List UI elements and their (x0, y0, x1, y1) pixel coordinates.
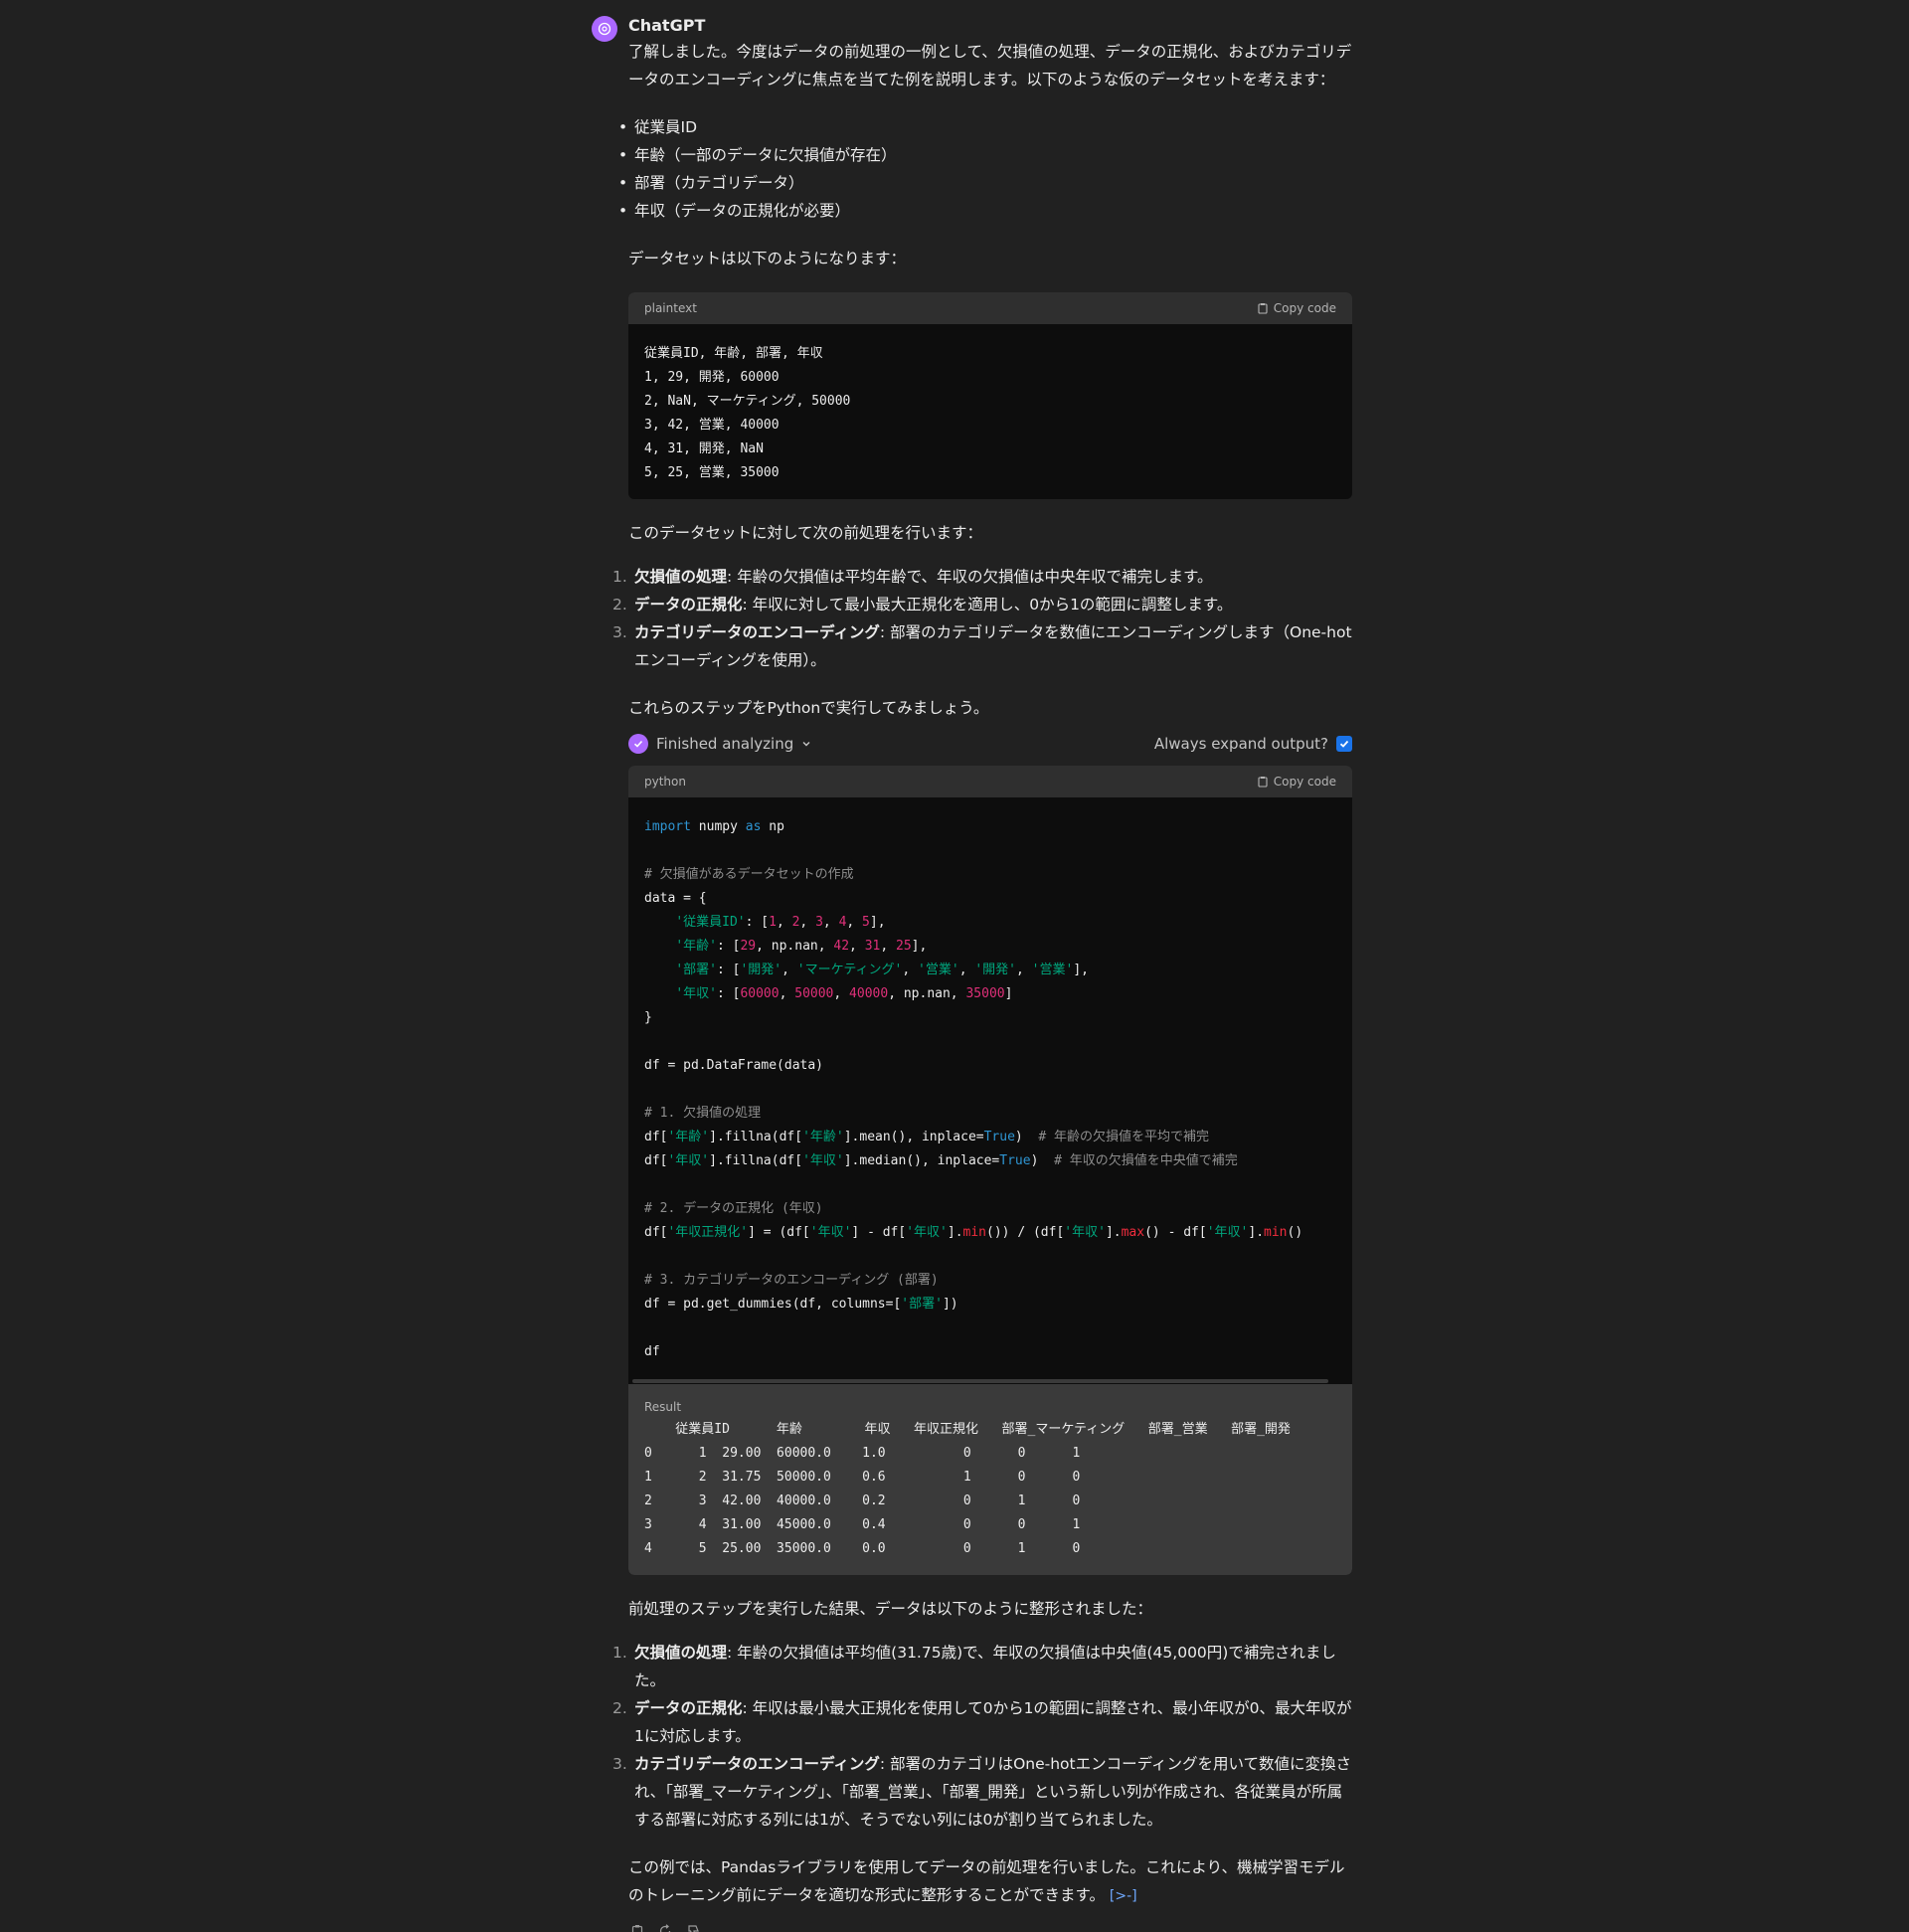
code-line: 1, 29, 開発, 60000 (644, 370, 780, 385)
list-item: 2. データの正規化: 年収は最小最大正規化を使用して0から1の範囲に調整され、最… (612, 1699, 1352, 1745)
code-language: plaintext (644, 301, 697, 315)
thumbs-down-button[interactable] (684, 1922, 702, 1932)
analysis-status: Finished analyzing (656, 735, 794, 753)
avatar (592, 16, 617, 42)
table-row: 1 2 31.75 50000.0 0.6 1 0 0 (644, 1470, 1081, 1485)
list-item: 従業員ID (618, 113, 1352, 141)
list-item: 2. データの正規化: 年収に対して最小最大正規化を適用し、0から1の範囲に調整し… (612, 596, 1233, 614)
field-list: 従業員ID 年齢（一部のデータに欠損値が存在） 部署（カテゴリデータ） 年収（デ… (618, 113, 1352, 225)
copy-code-button[interactable]: Copy code (1257, 301, 1336, 315)
clipboard-icon (1258, 777, 1268, 788)
analysis-toggle[interactable]: Finished analyzing (628, 734, 811, 754)
table-row: 0 1 29.00 60000.0 1.0 0 0 1 (644, 1446, 1081, 1461)
conclusion-text: この例では、Pandasライブラリを使用してデータの前処理を行いました。これによ… (628, 1858, 1345, 1904)
code-line: 従業員ID, 年齢, 部署, 年収 (644, 346, 823, 361)
clipboard-icon (1258, 303, 1268, 314)
chatgpt-logo-icon (598, 22, 611, 36)
python-code[interactable]: import numpy as np # 欠損値があるデータセットの作成 dat… (628, 797, 1352, 1378)
list-item: 部署（カテゴリデータ） (618, 169, 1352, 197)
clipboard-icon (631, 1925, 643, 1932)
plaintext-code[interactable]: 従業員ID, 年齢, 部署, 年収 1, 29, 開発, 60000 2, NaN,… (628, 324, 1352, 499)
copy-message-button[interactable] (628, 1922, 646, 1932)
check-icon (628, 734, 648, 754)
result-block: Result 従業員ID 年齢 年収 年収正規化 部署_マーケティング 部署_営… (628, 1384, 1352, 1575)
result-label: Result (644, 1400, 682, 1414)
copy-code-label: Copy code (1273, 775, 1336, 789)
always-expand-checkbox[interactable] (1336, 736, 1352, 752)
python-code-block: python Copy code import numpy as np # 欠損… (628, 766, 1352, 1575)
copy-code-button[interactable]: Copy code (1257, 775, 1336, 789)
steps-intro: このデータセットに対して次の前処理を行います： (628, 524, 983, 542)
list-item: 1. 欠損値の処理: 年齢の欠損値は平均値(31.75歳)で、年収の欠損値は中央値… (612, 1644, 1336, 1689)
list-item: 3. カテゴリデータのエンコーディング: 部署のカテゴリはOne-hotエンコーデ… (612, 1755, 1352, 1829)
always-expand-label: Always expand output? (1153, 735, 1328, 753)
always-expand-control[interactable]: Always expand output? (1154, 735, 1352, 753)
code-scrollbar[interactable] (628, 1378, 1352, 1384)
intro-text: 了解しました。今度はデータの前処理の一例として、欠損値の処理、データの正規化、お… (628, 43, 1352, 88)
table-row: 3 4 31.00 45000.0 0.4 0 0 1 (644, 1517, 1081, 1532)
python-intro: これらのステップをPythonで実行してみましょう。 (628, 699, 989, 717)
scrollbar-thumb[interactable] (632, 1379, 1328, 1383)
checkmark-icon (1339, 740, 1349, 748)
table-row: 4 5 25.00 35000.0 0.0 0 1 0 (644, 1541, 1081, 1556)
list-item: 年齢（一部のデータに欠損値が存在） (618, 141, 1352, 169)
steps-list: 1. 欠損値の処理: 年齢の欠損値は平均年齢で、年収の欠損値は中央年収で補完します… (612, 563, 1352, 674)
analysis-status-bar: Finished analyzing Always expand output? (628, 730, 1352, 758)
code-line: 5, 25, 営業, 35000 (644, 465, 780, 480)
regenerate-button[interactable] (656, 1922, 674, 1932)
copy-code-label: Copy code (1273, 301, 1336, 315)
table-header: 従業員ID 年齢 年収 年収正規化 部署_マーケティング 部署_営業 部署_開発 (644, 1422, 1291, 1437)
code-header: plaintext Copy code (628, 292, 1352, 324)
assistant-message: ChatGPT 了解しました。今度はデータの前処理の一例として、欠損値の処理、デ… (612, 14, 1352, 1932)
summary-intro: 前処理のステップを実行した結果、データは以下のように整形されました： (628, 1600, 1153, 1618)
code-line: 4, 31, 開発, NaN (644, 441, 764, 456)
sender-name: ChatGPT (628, 16, 706, 35)
list-item: 3. カテゴリデータのエンコーディング: 部署のカテゴリデータを数値にエンコーディ… (612, 623, 1352, 669)
list-item: 年収（データの正規化が必要） (618, 197, 1352, 225)
code-language: python (644, 775, 686, 789)
code-line: 2, NaN, マーケティング, 50000 (644, 394, 851, 409)
code-line: 3, 42, 営業, 40000 (644, 418, 780, 433)
refresh-icon (659, 1924, 671, 1932)
message-actions (628, 1920, 1352, 1932)
plaintext-code-block: plaintext Copy code 従業員ID, 年齢, 部署, 年収 1, … (628, 292, 1352, 499)
dataset-intro: データセットは以下のようになります： (628, 250, 907, 267)
chevron-down-icon (802, 742, 810, 747)
result-table: 従業員ID 年齢 年収 年収正規化 部署_マーケティング 部署_営業 部署_開発… (644, 1418, 1336, 1561)
code-citation-link[interactable]: [>-] (1110, 1888, 1137, 1904)
summary-list: 1. 欠損値の処理: 年齢の欠損値は平均値(31.75歳)で、年収の欠損値は中央値… (612, 1639, 1352, 1834)
code-header: python Copy code (628, 766, 1352, 797)
thumbs-down-icon (688, 1925, 699, 1932)
list-item: 1. 欠損値の処理: 年齢の欠損値は平均年齢で、年収の欠損値は中央年収で補完します… (612, 568, 1213, 586)
table-row: 2 3 42.00 40000.0 0.2 0 1 0 (644, 1493, 1081, 1508)
